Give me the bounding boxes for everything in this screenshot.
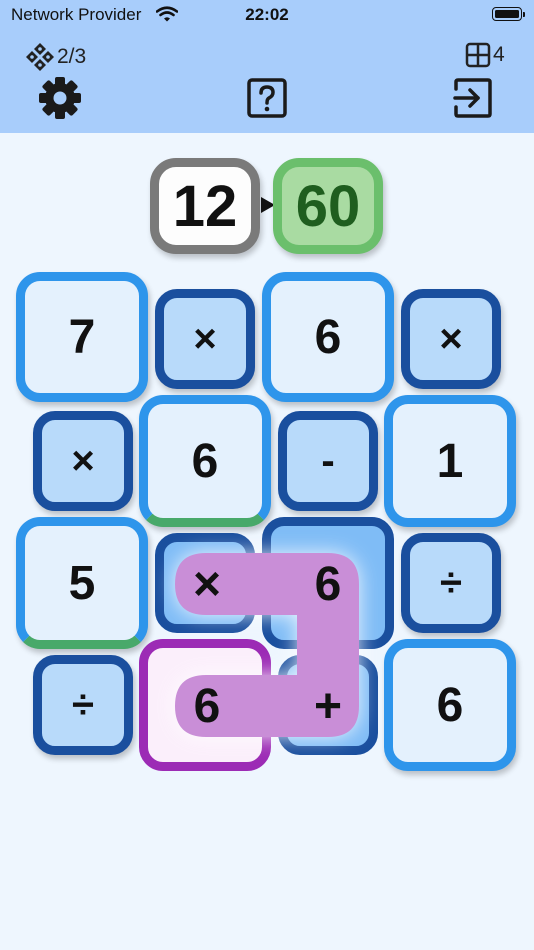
help-button[interactable]	[244, 75, 290, 121]
path-token: 6	[314, 557, 342, 611]
battery-icon	[492, 7, 525, 21]
tile-operator[interactable]: ×	[401, 289, 501, 389]
tile-operator[interactable]: ÷	[401, 533, 501, 633]
path-token: ×	[192, 557, 222, 611]
tile-operator[interactable]: ×	[33, 411, 133, 511]
tile-number[interactable]: 6	[139, 395, 271, 527]
grid-count-label: 4	[493, 43, 505, 66]
status-time: 22:02	[245, 5, 289, 24]
progress-label: 2/3	[57, 45, 87, 68]
exit-icon	[453, 78, 492, 118]
grid-counter: 4	[465, 42, 505, 68]
tile-number[interactable]: 6	[262, 272, 394, 402]
tile-operator[interactable]: ×	[155, 289, 255, 389]
path-token: +	[313, 679, 343, 733]
top-bar: Network Provider 22:02 2/3 4	[0, 0, 534, 133]
gear-icon	[39, 77, 81, 119]
diamond-dots-icon	[26, 43, 54, 71]
tile-number[interactable]: 5	[16, 517, 148, 649]
progress-counter: 2/3	[25, 42, 86, 72]
exit-button[interactable]	[450, 75, 496, 121]
tile-operator[interactable]: -	[278, 411, 378, 511]
grid-icon	[465, 42, 491, 68]
path-token: 6	[193, 679, 221, 733]
question-icon	[247, 78, 287, 118]
tile-operator[interactable]: ÷	[33, 655, 133, 755]
tile-number[interactable]: 7	[16, 272, 148, 402]
current-value-tile: 12	[150, 158, 260, 254]
settings-button[interactable]	[37, 75, 83, 121]
tile-number[interactable]: 1	[384, 395, 516, 527]
target-value-tile: 60	[273, 158, 383, 254]
tile-number[interactable]: 6	[384, 639, 516, 771]
